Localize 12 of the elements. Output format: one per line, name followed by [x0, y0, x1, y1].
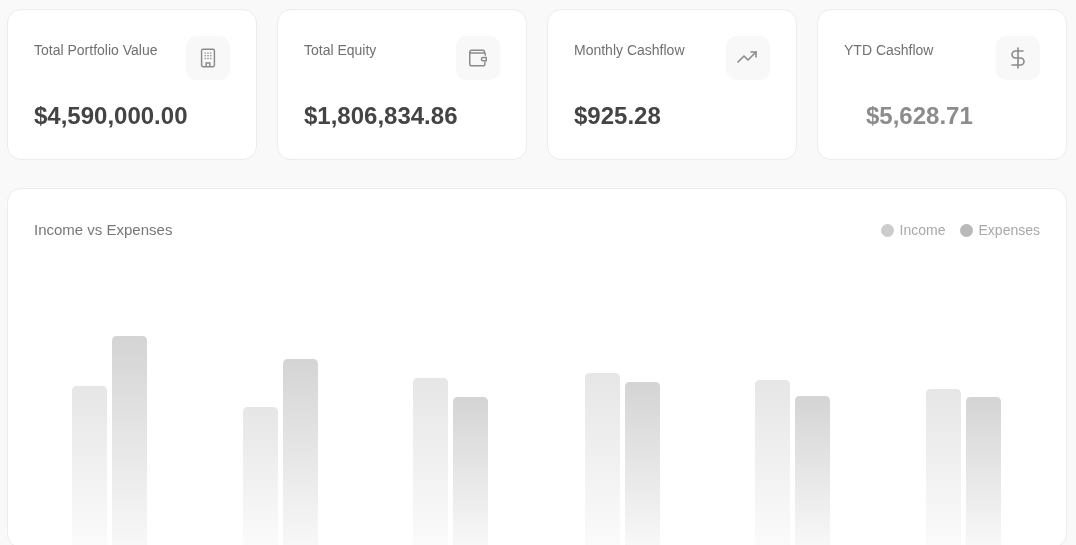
stat-label: Total Portfolio Value: [34, 41, 158, 60]
stat-label: Total Equity: [304, 41, 377, 60]
stat-value: $5,628.71: [866, 101, 973, 131]
stat-label: YTD Cashflow: [844, 41, 934, 60]
stat-value: $925.28: [574, 101, 661, 131]
stat-label: Monthly Cashflow: [574, 41, 685, 60]
legend-label: Income: [899, 220, 946, 240]
chart-title: Income vs Expenses: [34, 220, 173, 240]
stat-value: $1,806,834.86: [304, 101, 458, 131]
stat-value: $4,590,000.00: [34, 101, 188, 131]
legend-label: Expenses: [978, 220, 1040, 240]
wallet-icon: [467, 47, 489, 69]
